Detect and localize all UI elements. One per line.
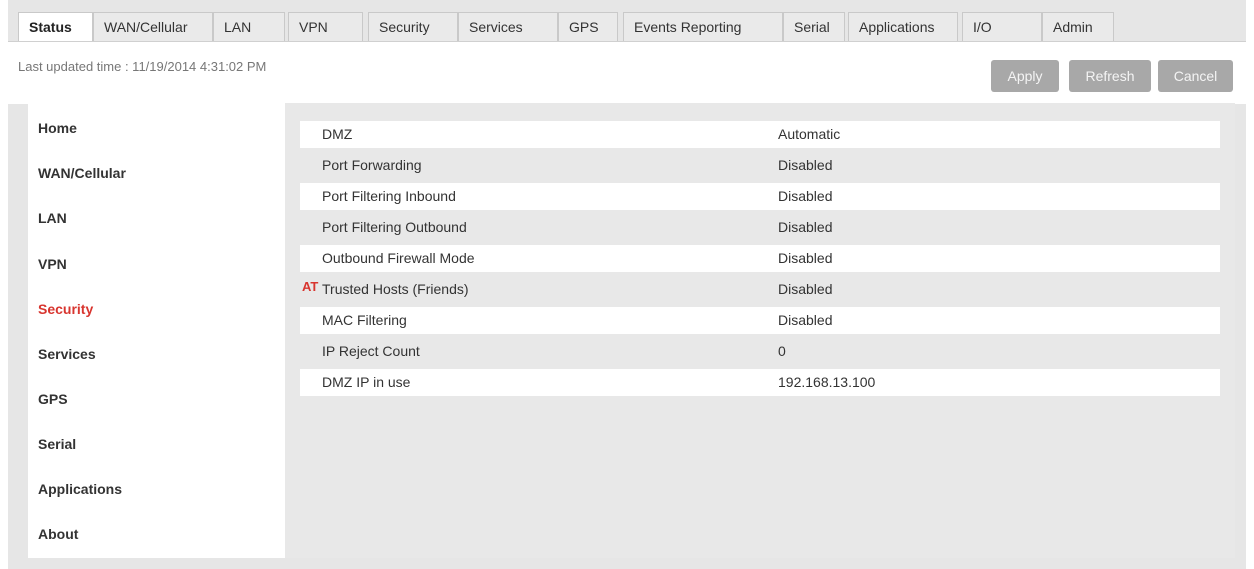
refresh-button[interactable]: Refresh <box>1069 60 1151 92</box>
toolbar: Last updated time : 11/19/2014 4:31:02 P… <box>8 41 1246 104</box>
table-row: Port Filtering Inbound Disabled <box>300 183 1220 210</box>
sidebar-item-lan[interactable]: LAN <box>28 196 285 240</box>
row-value: 0 <box>778 343 786 359</box>
sidebar-item-security[interactable]: Security <box>28 287 285 331</box>
security-status-panel: DMZ Automatic Port Forwarding Disabled P… <box>285 103 1235 558</box>
tab-serial[interactable]: Serial <box>783 12 845 41</box>
table-row: MAC Filtering Disabled <box>300 307 1220 334</box>
sidebar-item-wan-cellular[interactable]: WAN/Cellular <box>28 151 285 195</box>
tab-lan[interactable]: LAN <box>213 12 285 41</box>
row-value: Disabled <box>778 250 833 266</box>
row-value: Automatic <box>778 126 841 142</box>
row-label: DMZ <box>322 126 353 142</box>
tab-events-reporting[interactable]: Events Reporting <box>623 12 783 41</box>
tab-io[interactable]: I/O <box>962 12 1042 41</box>
tab-wan-cellular[interactable]: WAN/Cellular <box>93 12 213 41</box>
table-row: DMZ Automatic <box>300 121 1220 148</box>
tab-gps[interactable]: GPS <box>558 12 618 41</box>
row-label: DMZ IP in use <box>322 374 411 390</box>
row-value: Disabled <box>778 281 833 297</box>
tab-admin[interactable]: Admin <box>1042 12 1114 41</box>
table-row: DMZ IP in use 192.168.13.100 <box>300 369 1220 396</box>
row-label: Port Filtering Outbound <box>322 219 467 235</box>
row-label: Port Forwarding <box>322 157 422 173</box>
tab-status[interactable]: Status <box>18 12 93 42</box>
sidebar-item-gps[interactable]: GPS <box>28 377 285 421</box>
sidebar-item-about[interactable]: About <box>28 512 285 556</box>
row-label: IP Reject Count <box>322 343 420 359</box>
row-value: Disabled <box>778 157 833 173</box>
table-row: Port Filtering Outbound Disabled <box>300 214 1220 241</box>
table-row: Outbound Firewall Mode Disabled <box>300 245 1220 272</box>
apply-button[interactable]: Apply <box>991 60 1059 92</box>
cancel-button[interactable]: Cancel <box>1158 60 1233 92</box>
table-row: IP Reject Count 0 <box>300 338 1220 365</box>
at-badge: AT <box>302 279 319 294</box>
table-row: AT Trusted Hosts (Friends) Disabled <box>300 276 1220 303</box>
row-label: MAC Filtering <box>322 312 407 328</box>
sidebar-nav: Home WAN/Cellular LAN VPN Security Servi… <box>28 103 285 558</box>
sidebar-item-serial[interactable]: Serial <box>28 422 285 466</box>
row-value: Disabled <box>778 312 833 328</box>
row-label: Trusted Hosts (Friends) <box>322 281 469 297</box>
row-value: 192.168.13.100 <box>778 374 876 390</box>
row-label: Outbound Firewall Mode <box>322 250 475 266</box>
last-updated-text: Last updated time : 11/19/2014 4:31:02 P… <box>18 59 267 74</box>
row-label: Port Filtering Inbound <box>322 188 456 204</box>
row-value: Disabled <box>778 188 833 204</box>
sidebar-item-vpn[interactable]: VPN <box>28 242 285 286</box>
row-value: Disabled <box>778 219 833 235</box>
sidebar-item-services[interactable]: Services <box>28 332 285 376</box>
tab-services[interactable]: Services <box>458 12 558 41</box>
table-row: Port Forwarding Disabled <box>300 152 1220 179</box>
sidebar-item-home[interactable]: Home <box>28 106 285 150</box>
tab-vpn[interactable]: VPN <box>288 12 363 41</box>
tab-applications[interactable]: Applications <box>848 12 958 41</box>
sidebar-item-applications[interactable]: Applications <box>28 467 285 511</box>
tab-security[interactable]: Security <box>368 12 458 41</box>
